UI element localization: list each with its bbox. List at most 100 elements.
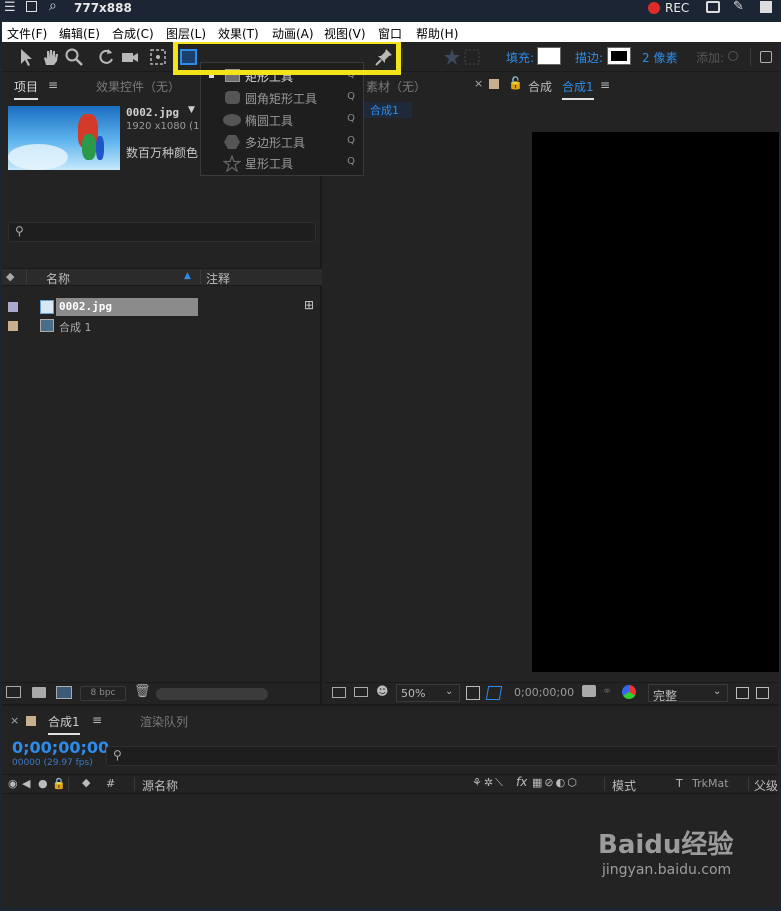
menu-animation[interactable]: 动画(A) xyxy=(272,25,314,42)
layer-switches-icon[interactable]: ▦⊘◐⬡ xyxy=(532,776,579,789)
menu-item-ellipse[interactable]: 椭圆工具 Q xyxy=(201,109,363,131)
lock-icon[interactable]: 🔒 xyxy=(52,777,66,790)
link-icon: ⚭ xyxy=(602,684,613,698)
camera-tool-icon[interactable] xyxy=(120,47,140,67)
zoom-select[interactable]: 50% ⌄ xyxy=(396,684,460,702)
composition-icon xyxy=(40,319,54,332)
layer-switches-icon[interactable]: ⚘✲⟍ xyxy=(472,776,505,790)
tab-timeline-composition[interactable]: 合成1 xyxy=(48,713,80,735)
hand-tool-icon[interactable] xyxy=(40,47,60,67)
add-icon xyxy=(728,51,738,61)
stroke-color-swatch[interactable] xyxy=(607,47,631,65)
panel-menu-icon[interactable]: ≡ xyxy=(600,78,610,92)
stroke-width[interactable]: 2 像素 xyxy=(642,49,677,66)
preview-filename: 0002.jpg xyxy=(126,106,179,119)
timeline-timecode[interactable]: 0;00;00;00 xyxy=(12,738,109,757)
column-source-name[interactable]: 源名称 xyxy=(142,777,178,794)
lock-icon[interactable]: 🔓 xyxy=(508,76,523,90)
breadcrumb[interactable]: 合成1 xyxy=(360,102,412,118)
timeline-search-input[interactable]: ⚲ xyxy=(106,746,779,766)
fx-icon[interactable]: fx xyxy=(516,775,527,789)
trash-icon[interactable]: 🗑 xyxy=(134,684,151,699)
scrollbar[interactable] xyxy=(156,688,268,700)
tab-composition-name[interactable]: 合成1 xyxy=(562,78,594,100)
speaker-icon[interactable]: ◀ xyxy=(22,777,30,790)
fill-color-swatch[interactable] xyxy=(537,47,561,65)
transparency-grid-icon[interactable] xyxy=(485,686,503,700)
image-file-icon xyxy=(40,300,54,314)
menu-composition[interactable]: 合成(C) xyxy=(112,25,154,42)
column-trkmat: TrkMat xyxy=(692,777,729,790)
tab-footage[interactable]: 素材（无） xyxy=(366,78,426,95)
zoom-value: 50% xyxy=(401,687,426,700)
eye-icon[interactable]: ◉ xyxy=(8,777,18,790)
label-tag-icon[interactable]: ◆ xyxy=(82,776,90,789)
project-item-name[interactable]: 0002.jpg xyxy=(59,300,112,313)
viewer-timecode[interactable]: 0;00;00;00 xyxy=(514,686,574,699)
menu-item-polygon[interactable]: 多边形工具 Q xyxy=(201,131,363,153)
monitor-icon[interactable] xyxy=(354,687,368,697)
tab-render-queue[interactable]: 渲染队列 xyxy=(140,713,188,730)
project-item-row[interactable]: 合成 1 xyxy=(2,317,322,336)
menu-help[interactable]: 帮助(H) xyxy=(416,25,458,42)
hamburger-icon[interactable]: ☰ xyxy=(4,0,16,15)
label-color-chip[interactable] xyxy=(8,302,18,312)
label-color-chip[interactable] xyxy=(8,321,18,331)
project-item-name[interactable]: 合成 1 xyxy=(59,319,92,335)
menu-view[interactable]: 视图(V) xyxy=(324,25,366,42)
record-icon[interactable] xyxy=(648,2,660,14)
menu-file[interactable]: 文件(F) xyxy=(7,25,47,42)
close-icon[interactable]: × xyxy=(10,714,19,727)
menu-layer[interactable]: 图层(L) xyxy=(166,25,206,42)
menu-edit[interactable]: 编辑(E) xyxy=(59,25,100,42)
zoom-tool-icon[interactable] xyxy=(64,47,84,67)
flowchart-icon[interactable]: ⊞ xyxy=(304,298,314,312)
folder-icon[interactable] xyxy=(32,687,46,698)
tab-effect-controls[interactable]: 效果控件（无） xyxy=(96,78,180,95)
label-color-chip xyxy=(26,716,36,726)
menu-effect[interactable]: 效果(T) xyxy=(218,25,259,42)
column-comment[interactable]: 注释 xyxy=(206,270,230,287)
panel-menu-icon[interactable]: ≡ xyxy=(92,713,102,727)
region-of-interest-icon[interactable] xyxy=(466,686,480,700)
camera-icon[interactable] xyxy=(706,1,720,13)
fast-preview-icon[interactable] xyxy=(736,687,749,699)
project-item-row[interactable]: 0002.jpg ⊞ xyxy=(2,298,322,317)
column-name[interactable]: 名称 xyxy=(46,270,70,287)
stop-icon[interactable] xyxy=(760,1,772,13)
new-composition-icon[interactable] xyxy=(56,686,72,699)
camera-icon[interactable] xyxy=(582,685,596,697)
menu-item-star[interactable]: 星形工具 Q xyxy=(200,152,364,176)
project-search-input[interactable]: ⚲ xyxy=(8,222,316,242)
composition-canvas[interactable] xyxy=(532,132,779,672)
snapping-checkbox[interactable] xyxy=(760,51,772,63)
label-tag-icon[interactable]: ◆ xyxy=(6,270,14,283)
viewer-controls: ☻ 50% ⌄ 0;00;00;00 ⚭ 完整 ⌄ xyxy=(324,682,779,704)
menu-window[interactable]: 窗口 xyxy=(378,25,402,42)
tab-composition-label[interactable]: 合成 xyxy=(528,78,552,95)
search-icon[interactable]: ⌕ xyxy=(49,0,57,14)
snapshot-icon[interactable] xyxy=(332,687,346,698)
tab-project[interactable]: 项目 xyxy=(14,78,39,100)
shortcut-key: Q xyxy=(347,156,355,167)
pan-behind-tool-icon[interactable] xyxy=(148,47,168,67)
chevron-down-icon[interactable]: ▼ xyxy=(188,105,195,115)
menu-item-label: 多边形工具 xyxy=(245,136,306,150)
sort-ascending-icon[interactable]: ▲ xyxy=(184,271,191,281)
resolution-select[interactable]: 完整 ⌄ xyxy=(648,684,728,703)
interpret-footage-icon[interactable] xyxy=(6,686,21,698)
menu-item-rounded-rectangle[interactable]: 圆角矩形工具 Q xyxy=(201,87,363,109)
close-icon[interactable]: × xyxy=(474,77,483,90)
bit-depth-button[interactable]: 8 bpc xyxy=(80,686,126,701)
selection-tool-icon[interactable] xyxy=(16,47,36,67)
window-icon[interactable] xyxy=(26,1,37,12)
color-channels-icon[interactable] xyxy=(622,685,636,699)
solo-icon[interactable]: ● xyxy=(38,777,48,790)
rounded-rectangle-icon xyxy=(225,91,240,104)
toggle-transparency-icon[interactable] xyxy=(756,687,769,699)
panel-menu-icon[interactable]: ≡ xyxy=(48,78,58,92)
rec-label[interactable]: REC xyxy=(665,1,689,15)
pen-icon[interactable]: ✎ xyxy=(733,0,744,14)
mask-icon[interactable]: ☻ xyxy=(376,684,389,698)
rotate-tool-icon[interactable] xyxy=(96,47,116,67)
